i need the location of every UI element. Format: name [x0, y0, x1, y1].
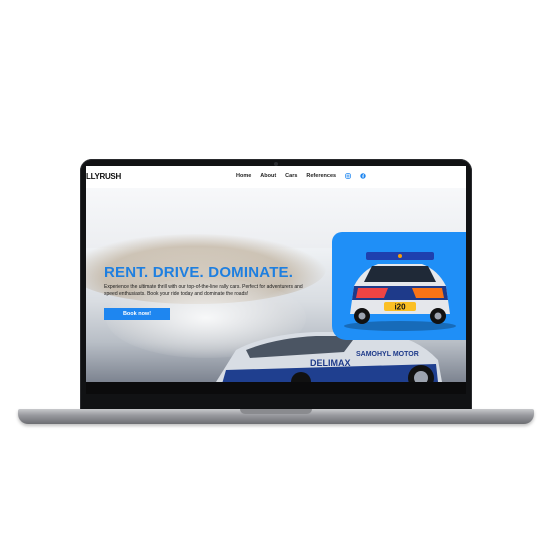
nav-references-link[interactable]: References [306, 173, 336, 179]
laptop-screen: LLYRUSH Home About Cars References DELIM… [86, 166, 466, 394]
laptop-mockup: LLYRUSH Home About Cars References DELIM… [0, 0, 552, 552]
car-plate-text: i20 [394, 303, 406, 312]
nav-links: Home About Cars References [236, 173, 366, 179]
site-logo[interactable]: LLYRUSH [86, 172, 121, 181]
facebook-icon[interactable] [360, 173, 366, 179]
book-now-button[interactable]: Book now! [104, 308, 170, 320]
bg-car-delimax: DELIMAX [310, 358, 351, 368]
featured-rally-car: i20 [344, 252, 456, 331]
hero-headline: RENT. DRIVE. DOMINATE. [104, 264, 294, 281]
hero-bottom-strip [86, 382, 466, 394]
laptop-notch [240, 409, 312, 414]
site-navbar: LLYRUSH Home About Cars References [86, 166, 466, 188]
hero-section: DELIMAX SAMOHYL MOTOR RENT. DRIVE. DOMIN… [86, 188, 466, 394]
bg-car-sponsor: SAMOHYL MOTOR [356, 351, 419, 358]
nav-about-link[interactable]: About [260, 173, 276, 179]
featured-car-card: i20 [332, 232, 466, 340]
nav-cars-link[interactable]: Cars [285, 173, 297, 179]
instagram-icon[interactable] [345, 173, 351, 179]
nav-home-link[interactable]: Home [236, 173, 251, 179]
hero-description: Experience the ultimate thrill with our … [104, 284, 303, 297]
